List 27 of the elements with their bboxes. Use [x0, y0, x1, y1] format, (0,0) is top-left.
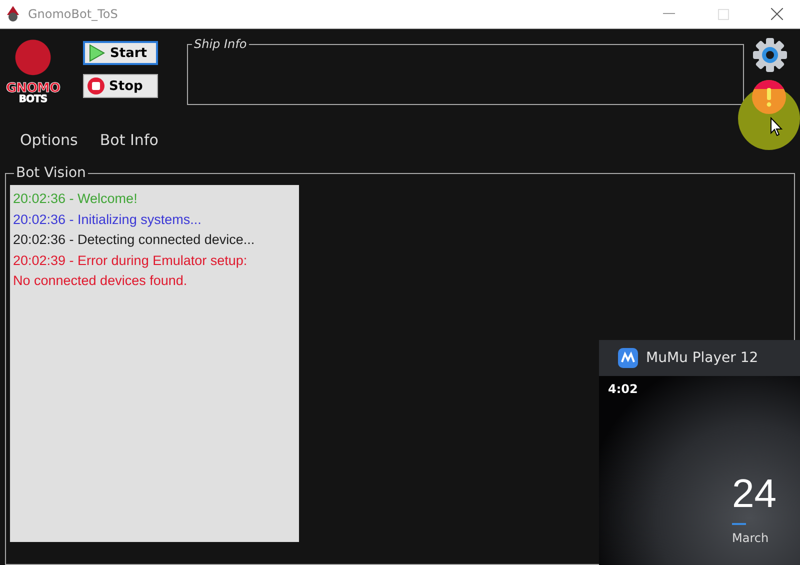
logo-text: GNOMO	[6, 82, 60, 95]
app-icon	[618, 348, 638, 368]
clock-time: 4:02	[608, 382, 639, 396]
play-icon	[88, 44, 106, 62]
warning-icon[interactable]	[752, 80, 786, 114]
log-line: 20:02:36 - Initializing systems...	[13, 210, 202, 229]
start-button[interactable]: Start	[83, 41, 158, 65]
date-day: 24	[732, 474, 800, 514]
log-line: 20:02:39 - Error during Emulator setup:	[13, 252, 248, 270]
emulator-title: MuMu Player 12	[646, 350, 758, 366]
date-divider	[732, 523, 746, 525]
log-line: No connected devices found.	[13, 272, 188, 290]
close-icon[interactable]	[771, 8, 783, 20]
minimize-icon[interactable]	[663, 13, 675, 15]
log-line: 20:02:36 - Detecting connected device...	[13, 231, 256, 249]
menu-item[interactable]: Bot Info	[100, 131, 158, 165]
settings-icon[interactable]	[752, 37, 788, 73]
log-line: 20:02:36 - Welcome!	[13, 190, 138, 208]
panel-legend: Bot Vision	[14, 165, 88, 181]
window-title: GnomoBot_ToS	[28, 7, 119, 21]
cursor-icon	[770, 117, 783, 137]
panel-legend: Ship Info	[192, 37, 249, 51]
stop-button[interactable]: Stop	[83, 74, 158, 98]
logo-text: BOTS	[18, 95, 48, 105]
stop-icon	[87, 77, 105, 95]
menu-item[interactable]: Options	[20, 131, 78, 165]
date-month: March	[732, 531, 770, 545]
